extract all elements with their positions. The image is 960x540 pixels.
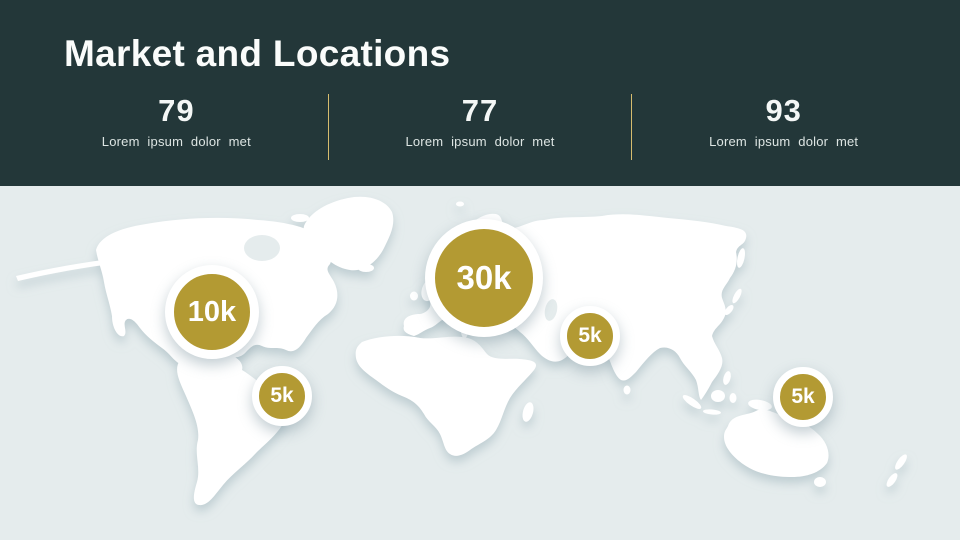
hudson-bay (244, 235, 280, 261)
marker-south-america: 5k (252, 366, 312, 426)
marker-value: 30k (456, 259, 511, 297)
philippines-island (722, 370, 732, 385)
red-sea (497, 333, 514, 360)
marker-value: 5k (791, 385, 814, 409)
marker-south-asia: 5k (560, 306, 620, 366)
svalbard-island (456, 202, 464, 207)
stat-item-2: 77 Lorem ipsum dolor met (329, 94, 632, 160)
slide-market-and-locations: Market and Locations 79 Lorem ipsum dolo… (0, 0, 960, 540)
stat-label: Lorem ipsum dolor met (709, 134, 858, 149)
header-band: Market and Locations 79 Lorem ipsum dolo… (0, 0, 960, 186)
arctic-island (311, 227, 325, 234)
stat-value: 79 (158, 94, 194, 128)
iceland-landmass (358, 264, 374, 272)
marker-europe-middle-east: 30k (425, 219, 543, 337)
stat-label: Lorem ipsum dolor met (405, 134, 554, 149)
java-island (703, 409, 721, 416)
stat-item-1: 79 Lorem ipsum dolor met (25, 94, 328, 160)
stat-value: 93 (765, 94, 801, 128)
sulawesi-island (730, 393, 737, 403)
world-map-section: 10k 5k 30k 5k 5k (0, 186, 960, 540)
new-zealand-island (893, 453, 909, 472)
madagascar-island (521, 401, 536, 423)
stat-item-3: 93 Lorem ipsum dolor met (632, 94, 935, 160)
kamchatka-landmass (735, 247, 746, 268)
marker-value: 5k (270, 384, 293, 408)
page-title: Market and Locations (64, 33, 450, 75)
marker-value: 10k (188, 296, 236, 329)
marker-australia: 5k (773, 367, 833, 427)
stats-row: 79 Lorem ipsum dolor met 77 Lorem ipsum … (25, 94, 935, 160)
ireland-landmass (410, 292, 418, 301)
stat-value: 77 (462, 94, 498, 128)
marker-value: 5k (578, 324, 601, 348)
sri-lanka-island (624, 386, 631, 395)
arctic-island (279, 227, 289, 233)
marker-north-america: 10k (165, 265, 259, 359)
tasmania-island (814, 477, 826, 487)
new-zealand-island (885, 471, 900, 488)
arctic-island (291, 214, 309, 222)
africa-landmass (356, 336, 536, 456)
stat-label: Lorem ipsum dolor met (102, 134, 251, 149)
japan-island (731, 288, 744, 305)
borneo-island (711, 390, 725, 402)
